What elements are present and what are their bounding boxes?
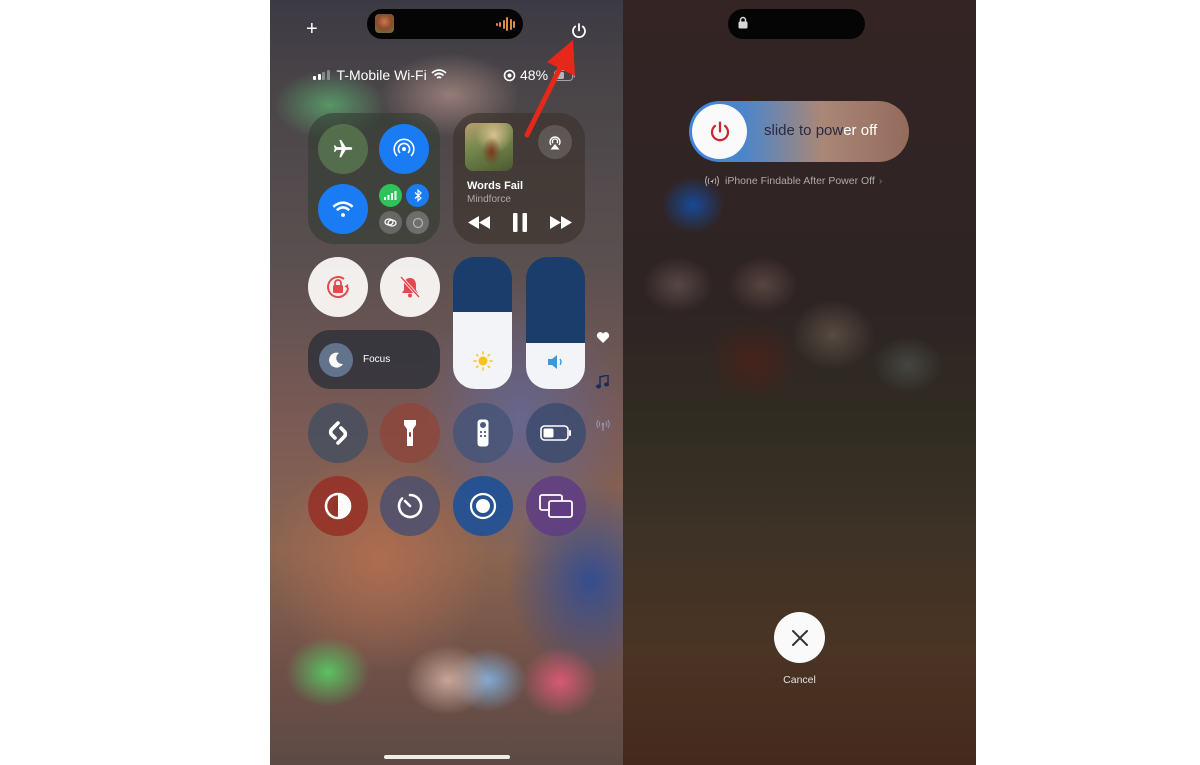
add-control-button[interactable]: + (306, 19, 318, 39)
dynamic-island[interactable] (367, 9, 523, 39)
now-playing-album-thumb (375, 14, 394, 33)
bluetooth-toggle[interactable] (406, 184, 429, 207)
flashlight-button[interactable] (380, 403, 440, 463)
dynamic-island (728, 9, 865, 39)
orientation-lock-icon (327, 276, 349, 298)
bluetooth-icon (414, 189, 422, 202)
status-bar-left: T-Mobile Wi-Fi (313, 67, 447, 83)
connectivity-module (308, 113, 440, 244)
bell-slash-icon (399, 275, 421, 299)
sun-icon (472, 351, 493, 371)
focus-label: Focus (363, 354, 391, 365)
heart-icon[interactable] (596, 331, 610, 344)
cellular-icon (384, 191, 397, 200)
antenna-icon[interactable] (596, 420, 610, 432)
focus-toggle[interactable]: Focus (308, 330, 440, 389)
close-icon (791, 629, 808, 646)
personal-hotspot-toggle[interactable] (379, 211, 402, 234)
airdrop-toggle[interactable] (379, 124, 429, 174)
wifi-icon (332, 200, 354, 217)
control-center-screen: + T-Mobile Wi-Fi 48% Words Fail Mindforc… (270, 0, 623, 765)
cellular-signal-icon (313, 70, 330, 80)
screen-recording-button[interactable] (453, 476, 513, 536)
cancel-label: Cancel (783, 674, 816, 686)
vpn-icon (412, 217, 423, 228)
moon-icon (319, 343, 353, 377)
apple-tv-remote-button[interactable] (453, 403, 513, 463)
record-icon (469, 492, 497, 520)
slide-to-power-off-slider[interactable]: slide to power off (689, 101, 909, 162)
flashlight-icon (404, 420, 416, 446)
low-power-mode-button[interactable] (526, 403, 586, 463)
speaker-icon (547, 355, 562, 369)
vpn-toggle[interactable] (406, 211, 429, 234)
shazam-button[interactable] (308, 403, 368, 463)
airplane-mode-toggle[interactable] (318, 124, 368, 174)
airdrop-icon (393, 138, 415, 157)
wifi-toggle[interactable] (318, 184, 368, 234)
song-artist: Mindforce (467, 194, 511, 205)
battery-icon (540, 425, 571, 441)
volume-slider[interactable] (526, 257, 585, 389)
shazam-icon (328, 421, 348, 445)
remote-icon (477, 419, 489, 447)
power-icon[interactable] (570, 22, 588, 40)
find-my-location-icon (705, 175, 719, 187)
fast-forward-icon[interactable] (550, 216, 572, 229)
annotation-arrow (524, 40, 575, 138)
findable-label: iPhone Findable After Power Off (725, 175, 875, 187)
silent-mode-toggle[interactable] (380, 257, 440, 317)
cellular-data-toggle[interactable] (379, 184, 402, 207)
dark-mode-button[interactable] (308, 476, 368, 536)
dark-mode-icon (324, 492, 352, 520)
findable-after-power-off-link[interactable]: iPhone Findable After Power Off › (703, 175, 882, 187)
waveform-icon (495, 16, 515, 32)
airplane-icon (333, 139, 353, 158)
pause-icon[interactable] (513, 213, 527, 232)
rewind-icon[interactable] (468, 216, 490, 229)
wifi-status-icon (431, 69, 447, 79)
cancel-button[interactable] (774, 612, 825, 663)
carrier-label: T-Mobile Wi-Fi (336, 67, 427, 83)
power-off-knob[interactable] (692, 104, 747, 159)
link-icon (384, 218, 397, 227)
slide-to-power-off-label: slide to power off (764, 122, 878, 139)
power-icon (710, 121, 729, 141)
screen-mirror-icon (539, 494, 573, 518)
music-note-icon[interactable] (596, 375, 609, 389)
screen-mirroring-button[interactable] (526, 476, 586, 536)
chevron-right-icon: › (878, 175, 883, 187)
orientation-lock-toggle[interactable] (308, 257, 368, 317)
song-title: Words Fail (467, 180, 524, 192)
power-off-screen: slide to power off iPhone Findable After… (623, 0, 976, 765)
timer-button[interactable] (380, 476, 440, 536)
album-art (465, 123, 513, 171)
lock-icon (738, 16, 748, 29)
brightness-slider[interactable] (453, 257, 512, 389)
timer-icon (397, 493, 423, 519)
media-controls (468, 213, 572, 232)
home-indicator[interactable] (384, 755, 510, 759)
